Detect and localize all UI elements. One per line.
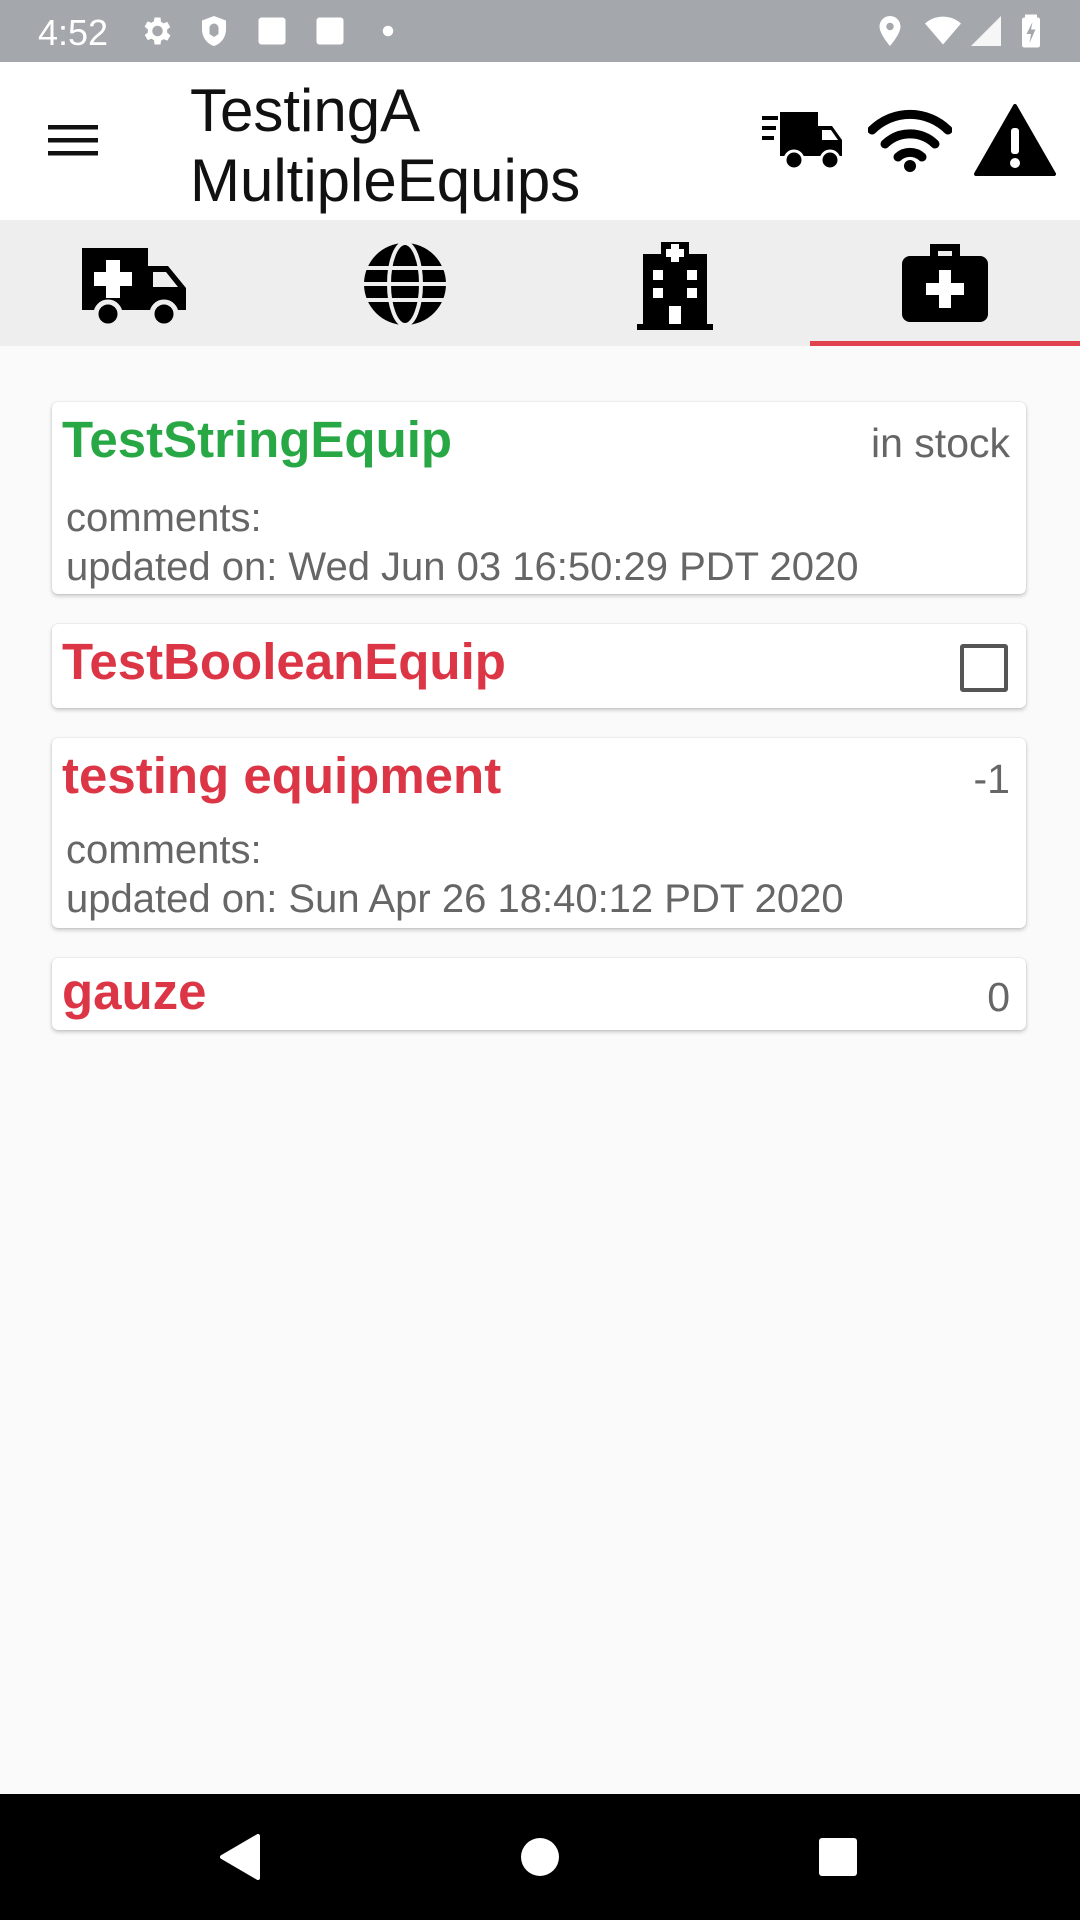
equipment-name: testing equipment	[62, 747, 502, 804]
home-icon	[521, 1838, 559, 1876]
equipment-value: -1	[973, 756, 1010, 802]
system-nav-bar	[0, 1794, 1080, 1920]
page-title: TestingA MultipleEquips	[190, 76, 580, 216]
equipment-card[interactable]: TestStringEquip in stock comments: updat…	[52, 402, 1026, 594]
recents-button[interactable]	[768, 1794, 908, 1920]
ambulance-icon	[82, 248, 186, 329]
status-bar: 4:52	[0, 0, 1080, 62]
equipment-details: comments: updated on: Sun Apr 26 18:40:1…	[66, 826, 844, 924]
location-icon	[879, 16, 901, 46]
back-icon	[220, 1834, 260, 1880]
equipment-card[interactable]: gauze 0	[52, 958, 1026, 1030]
globe-icon	[364, 241, 446, 327]
signal-icon	[971, 16, 1001, 46]
menu-icon[interactable]	[36, 108, 110, 172]
tab-hospital[interactable]	[540, 220, 810, 346]
title-line-1: TestingA	[190, 77, 421, 144]
equipment-value: in stock	[871, 420, 1010, 466]
recents-icon	[819, 1838, 857, 1876]
settings-icon	[144, 17, 171, 45]
medkit-icon	[902, 244, 988, 322]
back-button[interactable]	[170, 1794, 310, 1920]
square-notification-icon	[258, 17, 286, 45]
updated-on-text: updated on: Wed Jun 03 16:50:29 PDT 2020	[66, 545, 859, 589]
equipment-details: comments: updated on: Wed Jun 03 16:50:2…	[66, 494, 858, 592]
truck-icon[interactable]	[762, 104, 844, 176]
tab-equipment[interactable]	[810, 220, 1080, 346]
equipment-name: gauze	[62, 963, 207, 1020]
wifi-icon	[925, 16, 961, 45]
equipment-name: TestStringEquip	[62, 411, 453, 468]
updated-on-text: updated on: Sun Apr 26 18:40:12 PDT 2020	[66, 877, 844, 921]
equipment-name: TestBooleanEquip	[62, 633, 506, 690]
home-button[interactable]	[470, 1794, 610, 1920]
active-tab-indicator	[810, 341, 1080, 346]
equipment-value: 0	[987, 974, 1010, 1020]
status-time: 4:52	[38, 12, 109, 53]
dot-icon	[382, 25, 394, 37]
title-line-2: MultipleEquips	[190, 147, 581, 214]
app-bar: TestingA MultipleEquips	[0, 62, 1080, 220]
warning-icon[interactable]	[974, 104, 1056, 178]
square-notification-icon	[316, 17, 344, 45]
battery-icon	[1022, 14, 1040, 48]
equipment-card[interactable]: testing equipment -1 comments: updated o…	[52, 738, 1026, 928]
comments-label: comments:	[66, 828, 262, 872]
equipment-card[interactable]: TestBooleanEquip	[52, 624, 1026, 708]
tab-bar	[0, 220, 1080, 346]
shield-icon	[202, 16, 226, 46]
tab-globe[interactable]	[270, 220, 540, 346]
wifi-icon[interactable]	[868, 108, 952, 172]
equipment-checkbox[interactable]	[960, 644, 1008, 692]
tab-ambulance[interactable]	[0, 220, 270, 346]
comments-label: comments:	[66, 496, 262, 540]
hospital-icon	[637, 242, 713, 330]
